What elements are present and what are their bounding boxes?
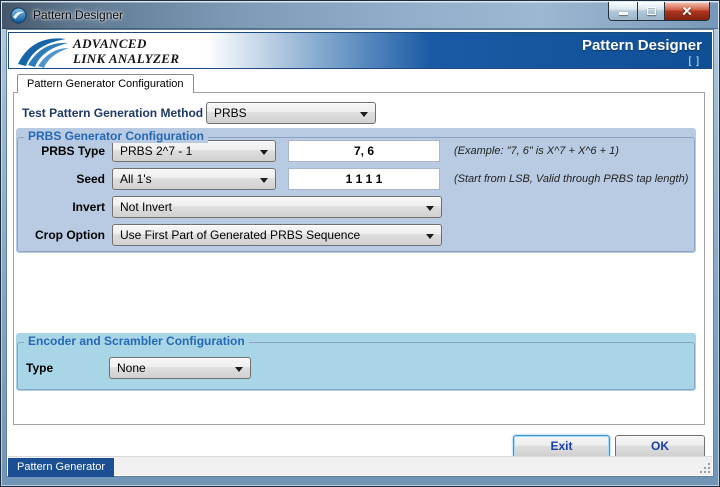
- page-subtitle: [ ]: [688, 56, 700, 67]
- brand-name: ADVANCED LINK ANALYZER: [73, 36, 179, 66]
- test-pattern-method-select[interactable]: PRBS: [206, 102, 376, 124]
- tab-label: Pattern Generator Configuration: [27, 78, 184, 90]
- titlebar[interactable]: Pattern Designer: [2, 2, 718, 29]
- invert-value: Not Invert: [120, 200, 173, 214]
- test-pattern-method-label: Test Pattern Generation Method: [22, 106, 204, 120]
- prbs-type-label: PRBS Type: [41, 144, 105, 158]
- exit-button[interactable]: Exit: [513, 435, 610, 458]
- dropdown-arrow-icon: [260, 150, 268, 155]
- dropdown-arrow-icon: [235, 367, 243, 372]
- brand-swoosh-icon: [16, 35, 70, 73]
- invert-label: Invert: [72, 200, 105, 214]
- dropdown-arrow-icon: [426, 206, 434, 211]
- dialog-client-area: ADVANCED LINK ANALYZER Pattern Designer …: [6, 29, 714, 477]
- prbs-generator-configuration-group: PRBS Generator Configuration PRBS Type P…: [16, 128, 696, 253]
- encoder-type-label: Type: [26, 361, 54, 375]
- tab-pattern-generator-configuration[interactable]: Pattern Generator Configuration: [17, 74, 194, 93]
- brand-line1: ADVANCED: [73, 36, 147, 51]
- crop-option-label: Crop Option: [35, 228, 105, 242]
- status-badge: Pattern Generator: [8, 458, 115, 477]
- resize-grip-icon[interactable]: [698, 461, 710, 473]
- brand-line2: LINK ANALYZER: [73, 51, 180, 66]
- encoder-group-title: Encoder and Scrambler Configuration: [24, 334, 249, 348]
- minimize-icon: [618, 12, 628, 15]
- page-title: Pattern Designer: [581, 37, 702, 54]
- prbs-type-value: PRBS 2^7 - 1: [120, 144, 193, 158]
- seed-hint: (Start from LSB, Valid through PRBS tap …: [454, 173, 689, 185]
- ok-button[interactable]: OK: [615, 435, 705, 458]
- dropdown-arrow-icon: [426, 234, 434, 239]
- maximize-button[interactable]: [637, 2, 665, 21]
- seed-field[interactable]: 1 1 1 1: [288, 168, 440, 190]
- seed-select[interactable]: All 1's: [112, 168, 276, 190]
- close-icon: [681, 5, 693, 17]
- window-controls: [608, 2, 710, 21]
- crop-option-select[interactable]: Use First Part of Generated PRBS Sequenc…: [112, 224, 442, 246]
- test-pattern-method-value: PRBS: [214, 106, 247, 120]
- crop-option-value: Use First Part of Generated PRBS Sequenc…: [120, 228, 361, 242]
- seed-label: Seed: [76, 172, 105, 186]
- window-title: Pattern Designer: [33, 8, 124, 22]
- close-button[interactable]: [664, 2, 710, 21]
- seed-value: All 1's: [120, 172, 152, 186]
- prbs-type-select[interactable]: PRBS 2^7 - 1: [112, 140, 276, 162]
- prbs-polynomial-field[interactable]: 7, 6: [288, 140, 440, 162]
- invert-select[interactable]: Not Invert: [112, 196, 442, 218]
- minimize-button[interactable]: [608, 2, 638, 21]
- dropdown-arrow-icon: [360, 112, 368, 117]
- header-banner: ADVANCED LINK ANALYZER Pattern Designer …: [8, 32, 712, 69]
- prbs-polynomial-hint: (Example: "7, 6" is X^7 + X^6 + 1): [454, 145, 619, 157]
- pattern-generator-tab-page: Test Pattern Generation Method PRBS PRBS…: [13, 92, 705, 425]
- app-icon: [10, 7, 27, 24]
- dropdown-arrow-icon: [260, 178, 268, 183]
- prbs-group-title: PRBS Generator Configuration: [24, 129, 209, 143]
- encoder-type-select[interactable]: None: [109, 357, 251, 379]
- encoder-scrambler-configuration-group: Encoder and Scrambler Configuration Type…: [16, 333, 696, 391]
- maximize-icon: [646, 7, 656, 15]
- status-bar: Pattern Generator: [8, 456, 712, 477]
- pattern-designer-window: Pattern Designer ADVANCED LINK ANALYZER …: [0, 0, 720, 487]
- encoder-type-value: None: [117, 361, 146, 375]
